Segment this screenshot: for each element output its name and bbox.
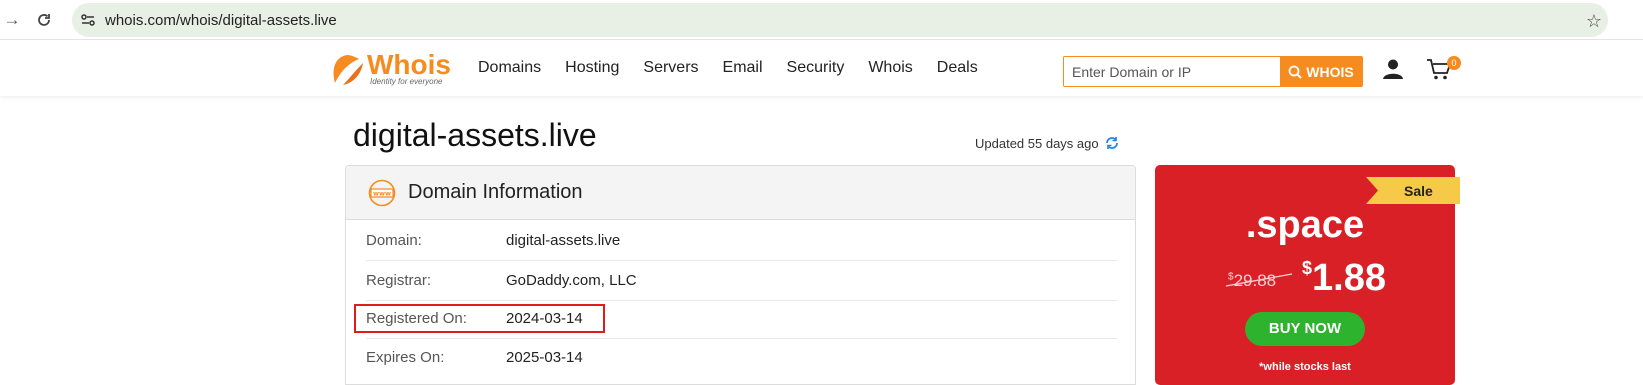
svg-text:www: www xyxy=(373,190,391,198)
main-nav: Domains Hosting Servers Email Security W… xyxy=(478,59,1002,77)
browser-toolbar: → whois.com/whois/digital-assets.live ☆ xyxy=(0,0,1643,40)
new-price-value: 1.88 xyxy=(1312,257,1386,299)
logo-mark-icon xyxy=(333,55,363,85)
row-value: GoDaddy.com, LLC xyxy=(506,272,637,289)
url-text[interactable]: whois.com/whois/digital-assets.live xyxy=(105,12,337,29)
refresh-icon[interactable] xyxy=(1104,135,1120,151)
reload-icon[interactable] xyxy=(32,8,56,32)
nav-item-email[interactable]: Email xyxy=(723,59,763,77)
logo-tagline: Identity for everyone xyxy=(370,77,443,86)
whois-logo[interactable]: Whois Identity for everyone xyxy=(329,49,451,87)
row-label: Expires On: xyxy=(366,349,445,366)
site-settings-icon[interactable] xyxy=(80,12,96,28)
row-label: Domain: xyxy=(366,232,422,249)
info-row-registrar: Registrar: GoDaddy.com, LLC xyxy=(366,261,1117,301)
info-row-expires-on: Expires On: 2025-03-14 xyxy=(366,338,1117,378)
strikethrough-line xyxy=(1225,273,1293,287)
site-header: Whois Identity for everyone Domains Host… xyxy=(0,41,1643,96)
www-globe-icon: www xyxy=(368,179,396,207)
row-label: Registrar: xyxy=(366,272,432,289)
bookmark-star-icon[interactable]: ☆ xyxy=(1586,11,1602,32)
promo-tld: .space xyxy=(1245,204,1365,246)
sale-badge: Sale xyxy=(1404,183,1433,199)
info-row-domain: Domain: digital-assets.live xyxy=(366,221,1117,261)
address-bar[interactable]: whois.com/whois/digital-assets.live ☆ xyxy=(72,3,1608,37)
panel-header: www Domain Information xyxy=(346,166,1135,220)
nav-item-servers[interactable]: Servers xyxy=(643,59,698,77)
nav-item-hosting[interactable]: Hosting xyxy=(565,59,619,77)
stock-note: *while stocks last xyxy=(1259,361,1351,373)
new-price-currency: $ xyxy=(1302,258,1313,278)
domain-search: WHOIS xyxy=(1063,56,1363,87)
domain-search-input[interactable] xyxy=(1064,57,1281,86)
search-icon xyxy=(1288,65,1302,79)
whois-search-button[interactable]: WHOIS xyxy=(1280,57,1362,86)
forward-arrow-icon[interactable]: → xyxy=(0,8,24,32)
domain-information-panel: www Domain Information Domain: digital-a… xyxy=(345,165,1136,385)
nav-item-domains[interactable]: Domains xyxy=(478,59,541,77)
nav-item-whois[interactable]: Whois xyxy=(868,59,912,77)
cart-count-badge: 0 xyxy=(1447,56,1461,70)
nav-item-security[interactable]: Security xyxy=(787,59,845,77)
updated-text: Updated 55 days ago xyxy=(975,135,1099,151)
nav-item-deals[interactable]: Deals xyxy=(937,59,978,77)
user-account-icon[interactable] xyxy=(1382,58,1404,80)
panel-title: Domain Information xyxy=(408,181,583,203)
row-value: digital-assets.live xyxy=(506,232,621,249)
updated-status: Updated 55 days ago xyxy=(975,135,1120,151)
page-title: digital-assets.live xyxy=(353,117,597,153)
whois-search-label: WHOIS xyxy=(1306,63,1354,80)
registered-on-highlight xyxy=(354,304,605,333)
new-price: $1.88 xyxy=(1302,257,1386,300)
row-value: 2025-03-14 xyxy=(506,349,583,366)
buy-now-button[interactable]: BUY NOW xyxy=(1245,312,1365,346)
